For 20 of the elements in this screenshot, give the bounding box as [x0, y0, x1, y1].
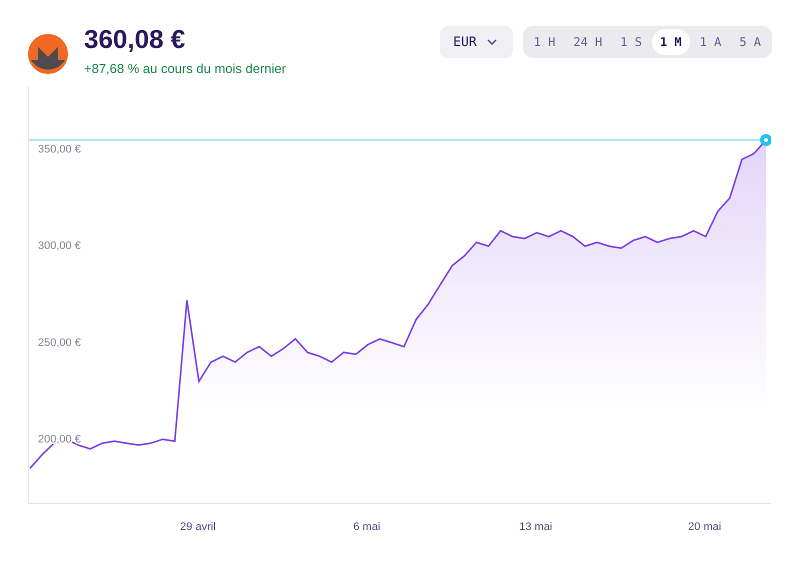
x-axis-label: 6 mai: [353, 521, 380, 533]
price-change: +87,68 % au cours du mois dernier: [84, 61, 286, 76]
y-axis-label: 350,00 €: [38, 144, 81, 156]
period-tab[interactable]: 1 A: [692, 29, 730, 55]
price-value: 360,08 €: [84, 24, 186, 55]
current-price-marker: [760, 134, 771, 146]
x-axis-label: 20 mai: [688, 521, 722, 533]
x-axis-label: 13 mai: [519, 521, 552, 533]
period-tab[interactable]: 1 H: [526, 29, 564, 55]
period-tab[interactable]: 1 M: [652, 29, 690, 55]
period-tab[interactable]: 24 H: [565, 29, 610, 55]
period-tab[interactable]: 5 A: [731, 29, 769, 55]
x-axis-label: 29 avril: [180, 521, 216, 533]
currency-dropdown[interactable]: EUR: [440, 26, 513, 58]
y-axis-label: 300,00 €: [38, 240, 81, 252]
period-tab[interactable]: 1 S: [612, 29, 650, 55]
coin-logo-icon: [28, 34, 68, 74]
y-axis-label: 200,00 €: [38, 433, 81, 446]
chevron-down-icon: [486, 39, 497, 45]
y-axis-label: 250,00 €: [38, 336, 81, 349]
